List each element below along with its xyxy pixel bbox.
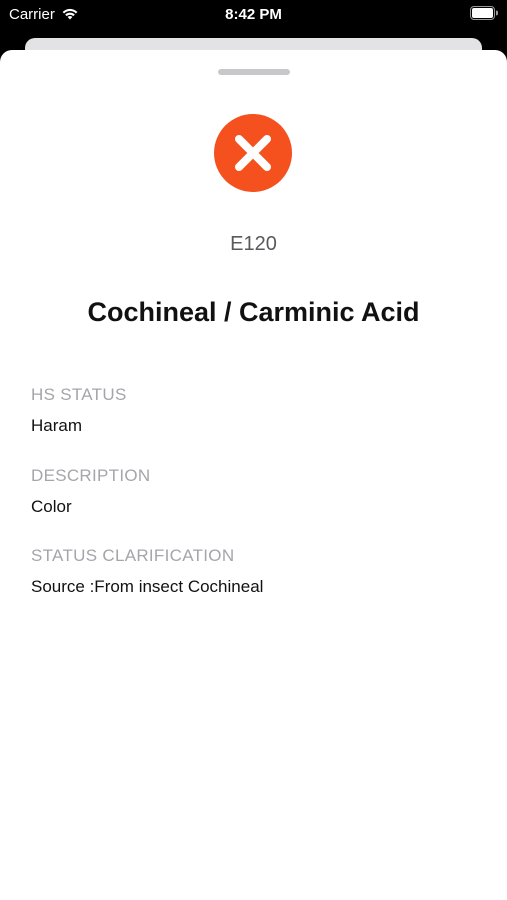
hs-status-value: Haram [31,416,83,435]
status-bar: Carrier 8:42 PM [0,0,507,30]
description-value: Color [31,497,72,516]
hs-status-section: HS STATUS Haram [31,385,127,436]
battery-icon [470,6,498,20]
hs-status-label: HS STATUS [31,385,127,404]
description-label: DESCRIPTION [31,466,151,485]
close-circle-icon [214,114,292,192]
description-section: DESCRIPTION Color [31,466,150,517]
sheet-grabber[interactable] [218,69,290,75]
clock: 8:42 PM [225,6,282,23]
additive-title: Cochineal / Carminic Acid [87,297,420,327]
status-clarification-value: Source :From insect Cochineal [31,577,264,596]
additive-code: E120 [230,233,277,255]
status-clarification-label: STATUS CLARIFICATION [31,546,235,565]
detail-sheet: E120 Cochineal / Carminic Acid HS STATUS… [0,50,507,900]
status-clarification-section: STATUS CLARIFICATION Source :From insect… [31,546,263,597]
